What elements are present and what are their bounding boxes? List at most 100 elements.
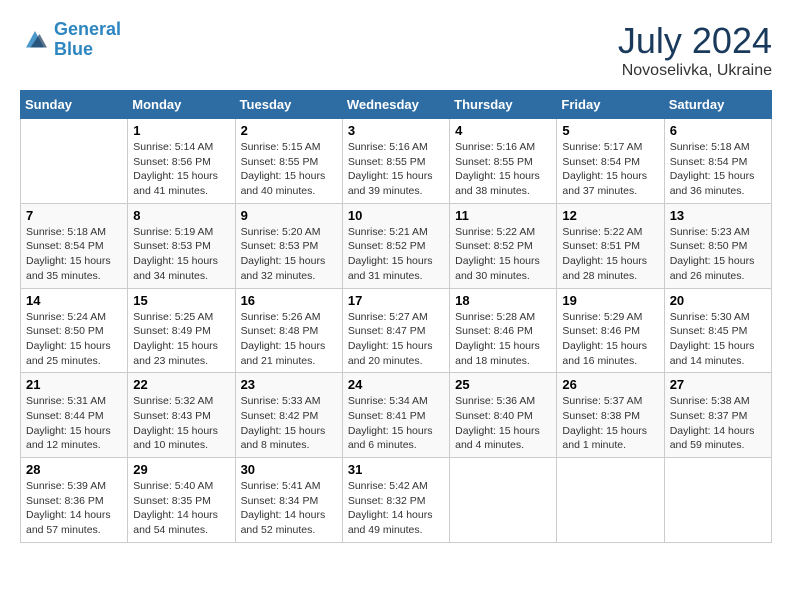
logo-text: General [54,20,121,40]
day-info: Sunrise: 5:17 AMSunset: 8:54 PMDaylight:… [562,140,658,199]
day-number: 20 [670,293,766,308]
day-number: 17 [348,293,444,308]
calendar-cell: 24 Sunrise: 5:34 AMSunset: 8:41 PMDaylig… [342,373,449,458]
day-info: Sunrise: 5:18 AMSunset: 8:54 PMDaylight:… [670,140,766,199]
day-number: 7 [26,208,122,223]
calendar-cell: 16 Sunrise: 5:26 AMSunset: 8:48 PMDaylig… [235,288,342,373]
day-number: 19 [562,293,658,308]
calendar-cell: 31 Sunrise: 5:42 AMSunset: 8:32 PMDaylig… [342,458,449,543]
day-info: Sunrise: 5:25 AMSunset: 8:49 PMDaylight:… [133,310,229,369]
calendar-cell: 17 Sunrise: 5:27 AMSunset: 8:47 PMDaylig… [342,288,449,373]
calendar-week-4: 21 Sunrise: 5:31 AMSunset: 8:44 PMDaylig… [21,373,772,458]
day-info: Sunrise: 5:22 AMSunset: 8:52 PMDaylight:… [455,225,551,284]
day-info: Sunrise: 5:21 AMSunset: 8:52 PMDaylight:… [348,225,444,284]
col-thursday: Thursday [450,91,557,119]
logo: General Blue [20,20,121,60]
day-number: 2 [241,123,337,138]
col-tuesday: Tuesday [235,91,342,119]
logo-icon [20,25,50,55]
day-number: 23 [241,377,337,392]
day-number: 26 [562,377,658,392]
day-info: Sunrise: 5:18 AMSunset: 8:54 PMDaylight:… [26,225,122,284]
day-info: Sunrise: 5:34 AMSunset: 8:41 PMDaylight:… [348,394,444,453]
calendar-cell: 29 Sunrise: 5:40 AMSunset: 8:35 PMDaylig… [128,458,235,543]
day-number: 16 [241,293,337,308]
day-number: 6 [670,123,766,138]
day-info: Sunrise: 5:15 AMSunset: 8:55 PMDaylight:… [241,140,337,199]
calendar-cell: 15 Sunrise: 5:25 AMSunset: 8:49 PMDaylig… [128,288,235,373]
calendar-cell [557,458,664,543]
calendar-cell: 21 Sunrise: 5:31 AMSunset: 8:44 PMDaylig… [21,373,128,458]
calendar-cell: 28 Sunrise: 5:39 AMSunset: 8:36 PMDaylig… [21,458,128,543]
calendar-table: Sunday Monday Tuesday Wednesday Thursday… [20,90,772,543]
day-number: 21 [26,377,122,392]
day-info: Sunrise: 5:36 AMSunset: 8:40 PMDaylight:… [455,394,551,453]
calendar-cell: 12 Sunrise: 5:22 AMSunset: 8:51 PMDaylig… [557,203,664,288]
day-info: Sunrise: 5:41 AMSunset: 8:34 PMDaylight:… [241,479,337,538]
col-sunday: Sunday [21,91,128,119]
day-number: 8 [133,208,229,223]
calendar-cell [664,458,771,543]
calendar-cell: 10 Sunrise: 5:21 AMSunset: 8:52 PMDaylig… [342,203,449,288]
calendar-week-2: 7 Sunrise: 5:18 AMSunset: 8:54 PMDayligh… [21,203,772,288]
calendar-cell: 11 Sunrise: 5:22 AMSunset: 8:52 PMDaylig… [450,203,557,288]
day-number: 24 [348,377,444,392]
day-number: 1 [133,123,229,138]
col-wednesday: Wednesday [342,91,449,119]
day-info: Sunrise: 5:16 AMSunset: 8:55 PMDaylight:… [348,140,444,199]
day-info: Sunrise: 5:32 AMSunset: 8:43 PMDaylight:… [133,394,229,453]
day-number: 15 [133,293,229,308]
calendar-header-row: Sunday Monday Tuesday Wednesday Thursday… [21,91,772,119]
col-friday: Friday [557,91,664,119]
day-info: Sunrise: 5:31 AMSunset: 8:44 PMDaylight:… [26,394,122,453]
day-info: Sunrise: 5:30 AMSunset: 8:45 PMDaylight:… [670,310,766,369]
calendar-cell: 22 Sunrise: 5:32 AMSunset: 8:43 PMDaylig… [128,373,235,458]
calendar-cell: 9 Sunrise: 5:20 AMSunset: 8:53 PMDayligh… [235,203,342,288]
day-number: 29 [133,462,229,477]
day-info: Sunrise: 5:16 AMSunset: 8:55 PMDaylight:… [455,140,551,199]
calendar-cell: 20 Sunrise: 5:30 AMSunset: 8:45 PMDaylig… [664,288,771,373]
day-number: 12 [562,208,658,223]
day-number: 10 [348,208,444,223]
calendar-cell: 8 Sunrise: 5:19 AMSunset: 8:53 PMDayligh… [128,203,235,288]
day-info: Sunrise: 5:19 AMSunset: 8:53 PMDaylight:… [133,225,229,284]
calendar-cell: 14 Sunrise: 5:24 AMSunset: 8:50 PMDaylig… [21,288,128,373]
day-number: 30 [241,462,337,477]
calendar-cell: 1 Sunrise: 5:14 AMSunset: 8:56 PMDayligh… [128,119,235,204]
calendar-cell: 5 Sunrise: 5:17 AMSunset: 8:54 PMDayligh… [557,119,664,204]
calendar-week-5: 28 Sunrise: 5:39 AMSunset: 8:36 PMDaylig… [21,458,772,543]
day-number: 14 [26,293,122,308]
day-info: Sunrise: 5:29 AMSunset: 8:46 PMDaylight:… [562,310,658,369]
day-number: 28 [26,462,122,477]
day-info: Sunrise: 5:38 AMSunset: 8:37 PMDaylight:… [670,394,766,453]
calendar-cell: 30 Sunrise: 5:41 AMSunset: 8:34 PMDaylig… [235,458,342,543]
calendar-cell [21,119,128,204]
location: Novoselivka, Ukraine [618,62,772,80]
day-info: Sunrise: 5:27 AMSunset: 8:47 PMDaylight:… [348,310,444,369]
calendar-cell: 7 Sunrise: 5:18 AMSunset: 8:54 PMDayligh… [21,203,128,288]
col-monday: Monday [128,91,235,119]
calendar-cell: 23 Sunrise: 5:33 AMSunset: 8:42 PMDaylig… [235,373,342,458]
day-number: 3 [348,123,444,138]
calendar-cell [450,458,557,543]
day-info: Sunrise: 5:40 AMSunset: 8:35 PMDaylight:… [133,479,229,538]
calendar-week-3: 14 Sunrise: 5:24 AMSunset: 8:50 PMDaylig… [21,288,772,373]
calendar-cell: 27 Sunrise: 5:38 AMSunset: 8:37 PMDaylig… [664,373,771,458]
day-number: 13 [670,208,766,223]
page-header: General Blue July 2024 Novoselivka, Ukra… [20,20,772,80]
calendar-week-1: 1 Sunrise: 5:14 AMSunset: 8:56 PMDayligh… [21,119,772,204]
day-info: Sunrise: 5:23 AMSunset: 8:50 PMDaylight:… [670,225,766,284]
calendar-cell: 2 Sunrise: 5:15 AMSunset: 8:55 PMDayligh… [235,119,342,204]
col-saturday: Saturday [664,91,771,119]
day-number: 9 [241,208,337,223]
logo-subtext: Blue [54,40,121,60]
calendar-cell: 13 Sunrise: 5:23 AMSunset: 8:50 PMDaylig… [664,203,771,288]
calendar-cell: 3 Sunrise: 5:16 AMSunset: 8:55 PMDayligh… [342,119,449,204]
day-number: 31 [348,462,444,477]
day-info: Sunrise: 5:24 AMSunset: 8:50 PMDaylight:… [26,310,122,369]
calendar-cell: 6 Sunrise: 5:18 AMSunset: 8:54 PMDayligh… [664,119,771,204]
day-number: 11 [455,208,551,223]
calendar-cell: 18 Sunrise: 5:28 AMSunset: 8:46 PMDaylig… [450,288,557,373]
day-number: 27 [670,377,766,392]
day-info: Sunrise: 5:20 AMSunset: 8:53 PMDaylight:… [241,225,337,284]
